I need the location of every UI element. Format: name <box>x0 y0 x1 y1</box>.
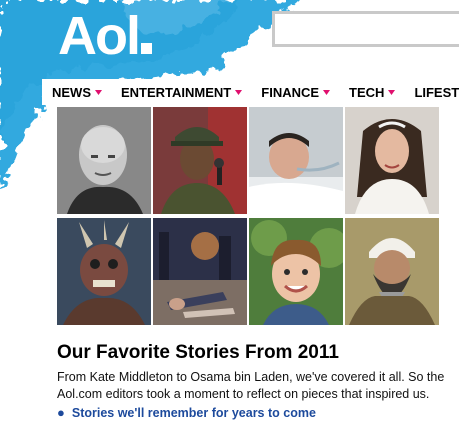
chevron-down-icon <box>323 89 331 95</box>
logo-dot <box>141 43 152 54</box>
chevron-down-icon <box>95 89 102 95</box>
photo-tile[interactable] <box>345 107 439 214</box>
bride-with-tiara-icon <box>345 107 439 214</box>
photo-tile[interactable] <box>249 218 343 325</box>
nav-item-news[interactable]: NEWS <box>42 85 111 100</box>
photo-tile[interactable] <box>249 107 343 214</box>
photo-tile[interactable] <box>57 218 151 325</box>
photo-collage <box>57 107 443 325</box>
nav-item-label: ENTERTAINMENT <box>121 84 232 100</box>
man-in-hospital-bed-icon <box>249 107 343 214</box>
chevron-down-icon <box>388 89 396 95</box>
feature-title[interactable]: Our Favorite Stories From 2011 <box>57 342 339 364</box>
couple-kissing-on-street-icon <box>153 218 247 325</box>
nav-item-label: LIFESTYLE <box>414 84 459 100</box>
nav-item-label: NEWS <box>52 84 91 100</box>
nav-item-label: TECH <box>349 84 385 100</box>
aol-logo[interactable]: Aol <box>58 6 152 66</box>
nav-item-finance[interactable]: FINANCE <box>251 85 339 100</box>
bullet-icon: ● <box>57 405 65 420</box>
chevron-down-icon <box>235 89 243 95</box>
photo-tile[interactable] <box>153 107 247 214</box>
nav-item-entertainment[interactable]: ENTERTAINMENT <box>111 85 251 100</box>
photo-tile[interactable] <box>345 218 439 325</box>
photo-tile[interactable] <box>153 218 247 325</box>
photo-tile[interactable] <box>57 107 151 214</box>
nav-item-lifestyle[interactable]: LIFESTYLE <box>404 85 459 100</box>
stories-link[interactable]: Stories we'll remember for years to come <box>72 406 316 420</box>
nav-item-label: FINANCE <box>261 84 320 100</box>
aol-logo-text: Aol <box>58 6 141 66</box>
story-link-row: ● Stories we'll remember for years to co… <box>57 405 316 420</box>
bald-man-portrait-icon <box>57 107 151 214</box>
main-nav: NEWS ENTERTAINMENT FINANCE TECH LIFESTYL… <box>42 79 459 105</box>
bearded-man-in-turban-icon <box>345 218 439 325</box>
smiling-boy-icon <box>249 218 343 325</box>
feature-summary: From Kate Middleton to Osama bin Laden, … <box>57 370 445 401</box>
horned-costume-rocker-icon <box>57 218 151 325</box>
singer-with-microphone-icon <box>153 107 247 214</box>
search-input[interactable] <box>272 11 459 47</box>
nav-item-tech[interactable]: TECH <box>339 85 404 100</box>
